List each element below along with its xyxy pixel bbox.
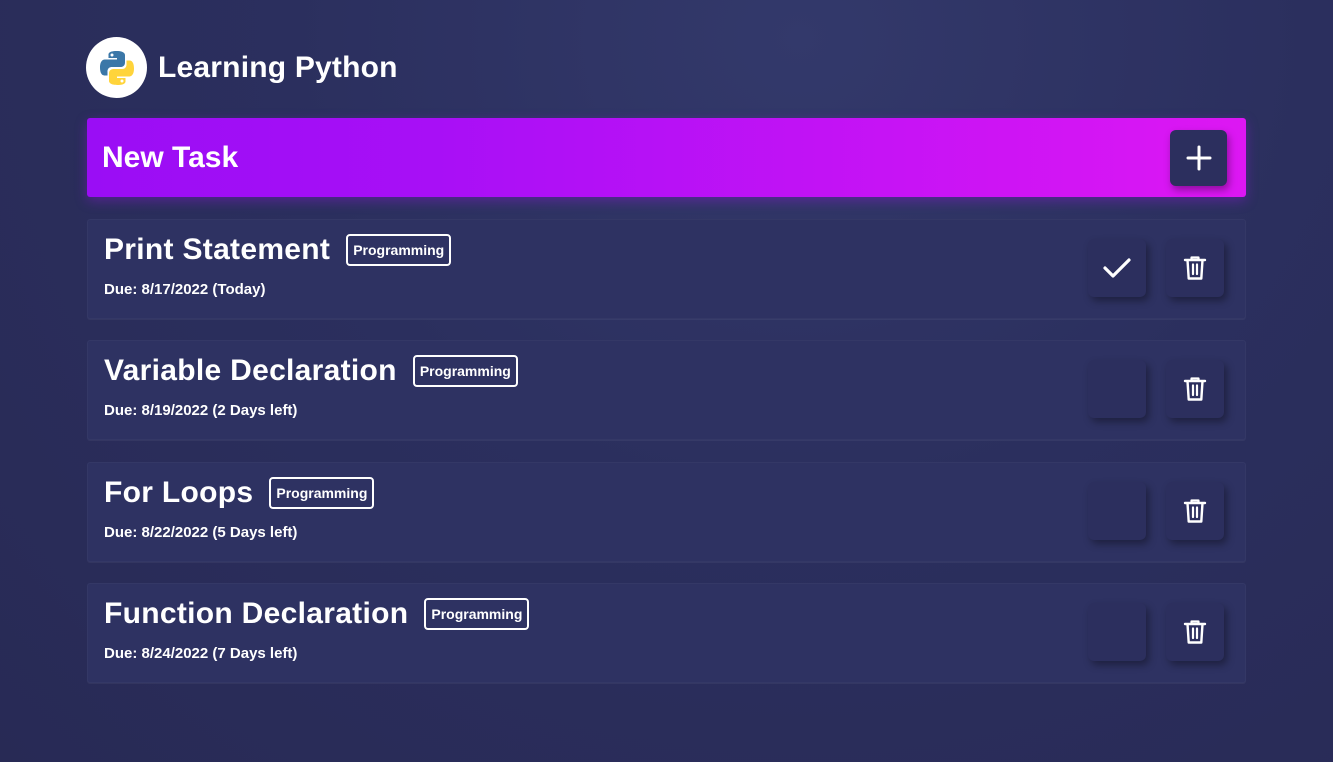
trash-icon (1183, 256, 1207, 280)
new-task-label: New Task (102, 140, 239, 174)
task-tag: Programming (346, 234, 452, 266)
delete-task-button[interactable] (1166, 603, 1224, 661)
page-title: Learning Python (158, 50, 398, 84)
task-due-date: Due: 8/17/2022 (Today) (104, 281, 266, 298)
complete-task-button[interactable] (1088, 360, 1146, 418)
complete-task-button[interactable] (1088, 603, 1146, 661)
task-card: Function Declaration Programming Due: 8/… (87, 583, 1246, 683)
new-task-bar: New Task (87, 118, 1246, 197)
task-name: Function Declaration (104, 597, 409, 630)
complete-task-button[interactable] (1088, 482, 1146, 540)
delete-task-button[interactable] (1166, 239, 1224, 297)
trash-icon (1183, 499, 1207, 523)
trash-icon (1183, 377, 1207, 401)
check-icon (1103, 258, 1131, 278)
header: Learning Python (86, 37, 398, 98)
task-tag: Programming (424, 598, 530, 630)
task-card: For Loops Programming Due: 8/22/2022 (5 … (87, 462, 1246, 562)
task-name: For Loops (104, 476, 254, 509)
task-tag: Programming (412, 355, 518, 387)
delete-task-button[interactable] (1166, 360, 1224, 418)
task-name: Print Statement (104, 233, 331, 266)
task-card: Print Statement Programming Due: 8/17/20… (87, 219, 1246, 319)
task-tag: Programming (269, 477, 375, 509)
task-name: Variable Declaration (104, 354, 397, 387)
task-due-date: Due: 8/24/2022 (7 Days left) (104, 645, 298, 662)
task-due-date: Due: 8/22/2022 (5 Days left) (104, 524, 298, 541)
plus-icon (1186, 145, 1211, 171)
task-card: Variable Declaration Programming Due: 8/… (87, 340, 1246, 440)
trash-icon (1183, 620, 1207, 644)
python-logo-icon (86, 37, 147, 98)
delete-task-button[interactable] (1166, 482, 1224, 540)
task-due-date: Due: 8/19/2022 (2 Days left) (104, 402, 298, 419)
add-task-button[interactable] (1170, 130, 1227, 186)
complete-task-button[interactable] (1088, 239, 1146, 297)
